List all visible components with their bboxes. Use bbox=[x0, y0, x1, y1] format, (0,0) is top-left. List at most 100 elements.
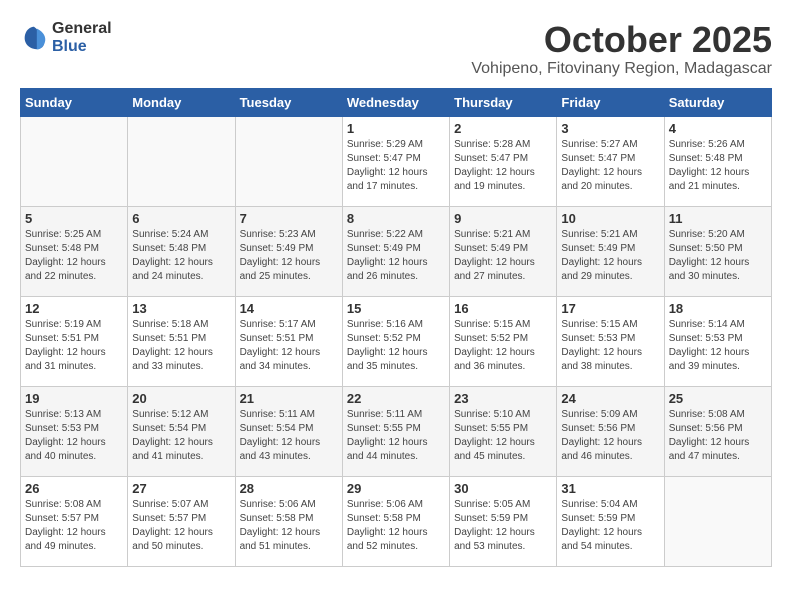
day-number: 6 bbox=[132, 211, 230, 226]
day-number: 15 bbox=[347, 301, 445, 316]
header-saturday: Saturday bbox=[664, 88, 771, 116]
week-row-3: 19 Sunrise: 5:13 AMSunset: 5:53 PMDayligh… bbox=[21, 386, 772, 476]
day-number: 30 bbox=[454, 481, 552, 496]
header-thursday: Thursday bbox=[450, 88, 557, 116]
day-info: Sunrise: 5:23 AMSunset: 5:49 PMDaylight:… bbox=[240, 228, 338, 284]
day-number: 8 bbox=[347, 211, 445, 226]
day-number: 5 bbox=[25, 211, 123, 226]
day-cell-2-6: 18 Sunrise: 5:14 AMSunset: 5:53 PMDayligh… bbox=[664, 296, 771, 386]
day-cell-2-3: 15 Sunrise: 5:16 AMSunset: 5:52 PMDayligh… bbox=[342, 296, 449, 386]
day-info: Sunrise: 5:10 AMSunset: 5:55 PMDaylight:… bbox=[454, 408, 552, 464]
day-info: Sunrise: 5:09 AMSunset: 5:56 PMDaylight:… bbox=[561, 408, 659, 464]
day-cell-3-6: 25 Sunrise: 5:08 AMSunset: 5:56 PMDayligh… bbox=[664, 386, 771, 476]
day-number: 3 bbox=[561, 121, 659, 136]
day-number: 4 bbox=[669, 121, 767, 136]
day-number: 25 bbox=[669, 391, 767, 406]
day-info: Sunrise: 5:11 AMSunset: 5:54 PMDaylight:… bbox=[240, 408, 338, 464]
day-info: Sunrise: 5:19 AMSunset: 5:51 PMDaylight:… bbox=[25, 318, 123, 374]
day-cell-1-6: 11Sunrise: 5:20 AMSunset: 5:50 PMDayligh… bbox=[664, 206, 771, 296]
day-cell-4-4: 30 Sunrise: 5:05 AMSunset: 5:59 PMDayligh… bbox=[450, 476, 557, 566]
day-number: 18 bbox=[669, 301, 767, 316]
day-info: Sunrise: 5:15 AMSunset: 5:53 PMDaylight:… bbox=[561, 318, 659, 374]
day-cell-3-1: 20Sunrise: 5:12 AMSunset: 5:54 PMDayligh… bbox=[128, 386, 235, 476]
day-info: Sunrise: 5:28 AMSunset: 5:47 PMDaylight:… bbox=[454, 138, 552, 194]
day-info: Sunrise: 5:24 AMSunset: 5:48 PMDaylight:… bbox=[132, 228, 230, 284]
day-number: 17 bbox=[561, 301, 659, 316]
logo: General Blue bbox=[20, 20, 112, 55]
logo-general-text: General bbox=[52, 20, 112, 38]
day-number: 22 bbox=[347, 391, 445, 406]
day-number: 9 bbox=[454, 211, 552, 226]
day-number: 19 bbox=[25, 391, 123, 406]
day-info: Sunrise: 5:14 AMSunset: 5:53 PMDaylight:… bbox=[669, 318, 767, 374]
day-number: 2 bbox=[454, 121, 552, 136]
day-info: Sunrise: 5:27 AMSunset: 5:47 PMDaylight:… bbox=[561, 138, 659, 194]
day-number: 28 bbox=[240, 481, 338, 496]
day-number: 14 bbox=[240, 301, 338, 316]
day-number: 20 bbox=[132, 391, 230, 406]
day-number: 10 bbox=[561, 211, 659, 226]
day-number: 16 bbox=[454, 301, 552, 316]
logo-icon bbox=[20, 24, 48, 52]
day-number: 26 bbox=[25, 481, 123, 496]
day-number: 1 bbox=[347, 121, 445, 136]
day-info: Sunrise: 5:11 AMSunset: 5:55 PMDaylight:… bbox=[347, 408, 445, 464]
day-cell-4-6 bbox=[664, 476, 771, 566]
month-title: October 2025 bbox=[471, 20, 772, 60]
day-cell-1-3: 8 Sunrise: 5:22 AMSunset: 5:49 PMDaylight… bbox=[342, 206, 449, 296]
day-cell-1-1: 6 Sunrise: 5:24 AMSunset: 5:48 PMDaylight… bbox=[128, 206, 235, 296]
day-cell-1-4: 9 Sunrise: 5:21 AMSunset: 5:49 PMDaylight… bbox=[450, 206, 557, 296]
day-info: Sunrise: 5:07 AMSunset: 5:57 PMDaylight:… bbox=[132, 498, 230, 554]
header: General Blue October 2025 Vohipeno, Fito… bbox=[20, 20, 772, 78]
header-wednesday: Wednesday bbox=[342, 88, 449, 116]
title-section: October 2025 Vohipeno, Fitovinany Region… bbox=[471, 20, 772, 78]
day-info: Sunrise: 5:21 AMSunset: 5:49 PMDaylight:… bbox=[561, 228, 659, 284]
day-info: Sunrise: 5:21 AMSunset: 5:49 PMDaylight:… bbox=[454, 228, 552, 284]
header-tuesday: Tuesday bbox=[235, 88, 342, 116]
logo-blue-text: Blue bbox=[52, 38, 112, 56]
day-cell-4-0: 26Sunrise: 5:08 AMSunset: 5:57 PMDayligh… bbox=[21, 476, 128, 566]
week-row-1: 5 Sunrise: 5:25 AMSunset: 5:48 PMDaylight… bbox=[21, 206, 772, 296]
day-number: 13 bbox=[132, 301, 230, 316]
week-row-4: 26Sunrise: 5:08 AMSunset: 5:57 PMDayligh… bbox=[21, 476, 772, 566]
day-info: Sunrise: 5:15 AMSunset: 5:52 PMDaylight:… bbox=[454, 318, 552, 374]
header-friday: Friday bbox=[557, 88, 664, 116]
calendar-header: Sunday Monday Tuesday Wednesday Thursday… bbox=[21, 88, 772, 116]
day-cell-3-2: 21Sunrise: 5:11 AMSunset: 5:54 PMDayligh… bbox=[235, 386, 342, 476]
day-info: Sunrise: 5:16 AMSunset: 5:52 PMDaylight:… bbox=[347, 318, 445, 374]
day-info: Sunrise: 5:26 AMSunset: 5:48 PMDaylight:… bbox=[669, 138, 767, 194]
day-cell-3-4: 23 Sunrise: 5:10 AMSunset: 5:55 PMDayligh… bbox=[450, 386, 557, 476]
day-cell-2-2: 14 Sunrise: 5:17 AMSunset: 5:51 PMDayligh… bbox=[235, 296, 342, 386]
day-number: 31 bbox=[561, 481, 659, 496]
day-info: Sunrise: 5:22 AMSunset: 5:49 PMDaylight:… bbox=[347, 228, 445, 284]
day-number: 29 bbox=[347, 481, 445, 496]
day-info: Sunrise: 5:17 AMSunset: 5:51 PMDaylight:… bbox=[240, 318, 338, 374]
header-sunday: Sunday bbox=[21, 88, 128, 116]
day-cell-3-0: 19 Sunrise: 5:13 AMSunset: 5:53 PMDayligh… bbox=[21, 386, 128, 476]
day-info: Sunrise: 5:20 AMSunset: 5:50 PMDaylight:… bbox=[669, 228, 767, 284]
day-number: 23 bbox=[454, 391, 552, 406]
week-row-2: 12Sunrise: 5:19 AMSunset: 5:51 PMDayligh… bbox=[21, 296, 772, 386]
location-title: Vohipeno, Fitovinany Region, Madagascar bbox=[471, 60, 772, 78]
day-info: Sunrise: 5:25 AMSunset: 5:48 PMDaylight:… bbox=[25, 228, 123, 284]
day-cell-2-4: 16 Sunrise: 5:15 AMSunset: 5:52 PMDayligh… bbox=[450, 296, 557, 386]
day-info: Sunrise: 5:08 AMSunset: 5:56 PMDaylight:… bbox=[669, 408, 767, 464]
day-number: 24 bbox=[561, 391, 659, 406]
calendar-body: 1 Sunrise: 5:29 AMSunset: 5:47 PMDaylight… bbox=[21, 116, 772, 566]
day-number: 27 bbox=[132, 481, 230, 496]
weekday-row: Sunday Monday Tuesday Wednesday Thursday… bbox=[21, 88, 772, 116]
day-cell-1-5: 10 Sunrise: 5:21 AMSunset: 5:49 PMDayligh… bbox=[557, 206, 664, 296]
day-info: Sunrise: 5:06 AMSunset: 5:58 PMDaylight:… bbox=[240, 498, 338, 554]
day-info: Sunrise: 5:13 AMSunset: 5:53 PMDaylight:… bbox=[25, 408, 123, 464]
day-cell-0-3: 1 Sunrise: 5:29 AMSunset: 5:47 PMDaylight… bbox=[342, 116, 449, 206]
header-monday: Monday bbox=[128, 88, 235, 116]
calendar-table: Sunday Monday Tuesday Wednesday Thursday… bbox=[20, 88, 772, 567]
day-cell-4-1: 27 Sunrise: 5:07 AMSunset: 5:57 PMDayligh… bbox=[128, 476, 235, 566]
day-cell-0-6: 4 Sunrise: 5:26 AMSunset: 5:48 PMDaylight… bbox=[664, 116, 771, 206]
day-info: Sunrise: 5:05 AMSunset: 5:59 PMDaylight:… bbox=[454, 498, 552, 554]
day-cell-2-1: 13Sunrise: 5:18 AMSunset: 5:51 PMDayligh… bbox=[128, 296, 235, 386]
day-info: Sunrise: 5:29 AMSunset: 5:47 PMDaylight:… bbox=[347, 138, 445, 194]
day-cell-4-5: 31Sunrise: 5:04 AMSunset: 5:59 PMDayligh… bbox=[557, 476, 664, 566]
day-number: 7 bbox=[240, 211, 338, 226]
logo-text: General Blue bbox=[52, 20, 112, 55]
